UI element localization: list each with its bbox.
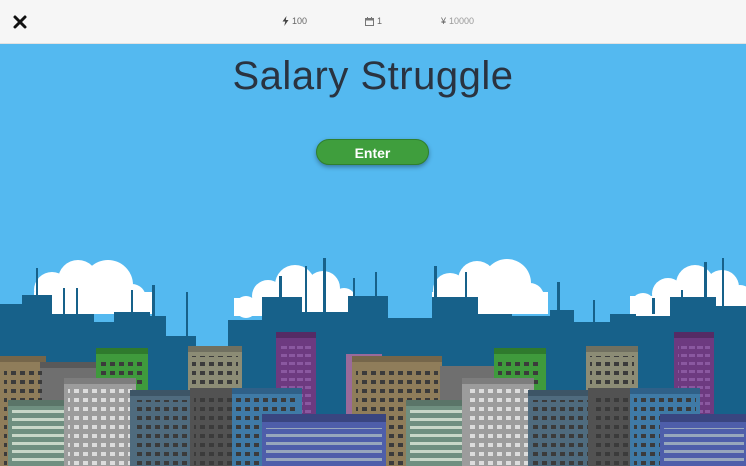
clouds: [34, 259, 746, 318]
money-stat: ¥ 10000: [441, 16, 474, 26]
energy-value: 100: [292, 16, 308, 26]
close-icon: [13, 15, 27, 29]
city-skyline: [0, 258, 746, 466]
calendar-icon: [365, 16, 374, 26]
close-button[interactable]: [11, 13, 29, 31]
enter-button[interactable]: Enter: [316, 139, 429, 165]
day-value: 1: [377, 16, 383, 26]
game-title: Salary Struggle: [232, 54, 514, 98]
money-value: 10000: [449, 16, 475, 26]
yen-icon: ¥: [441, 16, 447, 26]
top-bar: 100 1 ¥ 10000: [0, 0, 746, 44]
game-scene: [0, 44, 746, 466]
day-stat: 1: [365, 16, 382, 26]
energy-stat: 100: [282, 16, 307, 26]
lightning-icon: [282, 16, 289, 26]
